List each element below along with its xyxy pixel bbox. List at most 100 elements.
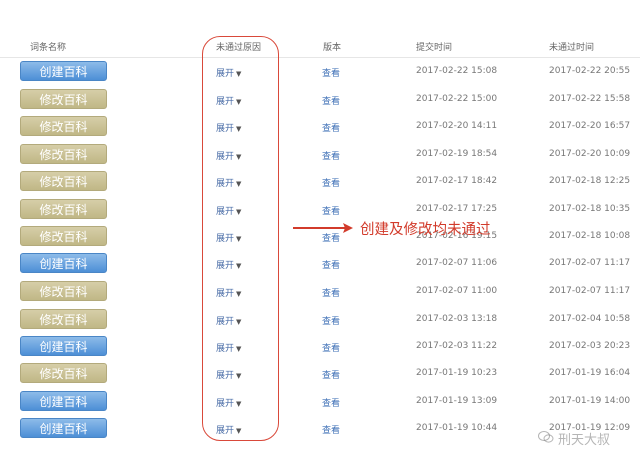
table-header: 词条名称 未通过原因 版本 提交时间 未通过时间	[0, 34, 640, 58]
fail-time: 2017-02-07 11:17	[549, 286, 631, 296]
fail-time: 2017-02-07 11:17	[549, 258, 631, 268]
fail-time: 2017-02-22 20:55	[549, 66, 631, 76]
table-row: 创建百科 展开 ▼ 查看 2017-01-19 13:09 2017-01-19 …	[0, 388, 640, 415]
header-version: 版本	[323, 43, 342, 53]
fail-time: 2017-02-18 10:08	[549, 231, 631, 241]
submit-time: 2017-02-17 18:42	[416, 176, 498, 186]
expand-reason-link[interactable]: 展开 ▼	[216, 258, 241, 271]
submit-time: 2017-02-17 17:25	[416, 204, 498, 214]
expand-label: 展开	[216, 344, 235, 354]
expand-label: 展开	[216, 399, 235, 409]
view-version-link[interactable]: 查看	[322, 176, 340, 189]
fail-time: 2017-02-20 16:57	[549, 121, 631, 131]
view-version-link[interactable]: 查看	[322, 286, 340, 299]
table-row: 创建百科 展开 ▼ 查看 2017-02-22 15:08 2017-02-22 …	[0, 58, 640, 85]
entry-action-button[interactable]: 创建百科	[20, 391, 107, 411]
table-row: 修改百科 展开 ▼ 查看 2017-01-19 10:23 2017-01-19 …	[0, 360, 640, 387]
submit-time: 2017-01-19 13:09	[416, 396, 498, 406]
expand-reason-link[interactable]: 展开 ▼	[216, 176, 241, 189]
view-version-link[interactable]: 查看	[322, 66, 340, 79]
expand-reason-link[interactable]: 展开 ▼	[216, 121, 241, 134]
view-version-link[interactable]: 查看	[322, 149, 340, 162]
view-version-link[interactable]: 查看	[322, 314, 340, 327]
fail-time: 2017-02-18 10:35	[549, 204, 631, 214]
expand-reason-link[interactable]: 展开 ▼	[216, 286, 241, 299]
entry-action-button[interactable]: 修改百科	[20, 199, 107, 219]
caret-down-icon: ▼	[236, 345, 242, 353]
expand-reason-link[interactable]: 展开 ▼	[216, 66, 241, 79]
submit-time: 2017-02-03 13:18	[416, 314, 498, 324]
submit-time: 2017-02-19 18:54	[416, 149, 498, 159]
entry-action-button[interactable]: 修改百科	[20, 144, 107, 164]
view-version-link[interactable]: 查看	[322, 94, 340, 107]
expand-reason-link[interactable]: 展开 ▼	[216, 94, 241, 107]
expand-reason-link[interactable]: 展开 ▼	[216, 396, 241, 409]
expand-label: 展开	[216, 371, 235, 381]
entry-action-button[interactable]: 修改百科	[20, 309, 107, 329]
table-row: 修改百科 展开 ▼ 查看 2017-02-20 14:11 2017-02-20 …	[0, 113, 640, 140]
expand-label: 展开	[216, 317, 235, 327]
expand-reason-link[interactable]: 展开 ▼	[216, 423, 241, 436]
entry-action-button[interactable]: 修改百科	[20, 89, 107, 109]
caret-down-icon: ▼	[236, 70, 242, 78]
expand-label: 展开	[216, 261, 235, 271]
caret-down-icon: ▼	[236, 262, 242, 270]
expand-label: 展开	[216, 207, 235, 217]
view-version-link[interactable]: 查看	[322, 204, 340, 217]
expand-reason-link[interactable]: 展开 ▼	[216, 314, 241, 327]
caret-down-icon: ▼	[236, 372, 242, 380]
header-entry-name: 词条名称	[30, 43, 67, 53]
caret-down-icon: ▼	[236, 180, 242, 188]
fail-time: 2017-02-20 10:09	[549, 149, 631, 159]
entry-action-button[interactable]: 创建百科	[20, 253, 107, 273]
expand-reason-link[interactable]: 展开 ▼	[216, 204, 241, 217]
expand-label: 展开	[216, 97, 235, 107]
expand-reason-link[interactable]: 展开 ▼	[216, 231, 241, 244]
expand-reason-link[interactable]: 展开 ▼	[216, 149, 241, 162]
entry-action-button[interactable]: 修改百科	[20, 171, 107, 191]
table-row: 修改百科 展开 ▼ 查看 2017-02-17 17:25 2017-02-18 …	[0, 196, 640, 223]
submit-time: 2017-02-03 11:22	[416, 341, 498, 351]
expand-reason-link[interactable]: 展开 ▼	[216, 341, 241, 354]
expand-reason-link[interactable]: 展开 ▼	[216, 368, 241, 381]
entry-action-button[interactable]: 修改百科	[20, 226, 107, 246]
table-row: 修改百科 展开 ▼ 查看 2017-02-22 15:00 2017-02-22 …	[0, 86, 640, 113]
caret-down-icon: ▼	[236, 208, 242, 216]
table-row: 修改百科 展开 ▼ 查看 2017-02-03 13:18 2017-02-04 …	[0, 306, 640, 333]
entry-action-button[interactable]: 修改百科	[20, 281, 107, 301]
expand-label: 展开	[216, 234, 235, 244]
fail-time: 2017-02-18 12:25	[549, 176, 631, 186]
fail-time: 2017-01-19 14:00	[549, 396, 631, 406]
view-version-link[interactable]: 查看	[322, 368, 340, 381]
view-version-link[interactable]: 查看	[322, 258, 340, 271]
expand-label: 展开	[216, 426, 235, 436]
watermark-text: 刑天大叔	[558, 433, 611, 448]
entry-action-button[interactable]: 创建百科	[20, 61, 107, 81]
view-version-link[interactable]: 查看	[322, 121, 340, 134]
submit-time: 2017-02-22 15:08	[416, 66, 498, 76]
wechat-icon	[538, 431, 554, 443]
entry-action-button[interactable]: 修改百科	[20, 363, 107, 383]
table-row: 修改百科 展开 ▼ 查看 2017-02-07 11:00 2017-02-07 …	[0, 278, 640, 305]
caret-down-icon: ▼	[236, 400, 242, 408]
entry-action-button[interactable]: 修改百科	[20, 116, 107, 136]
table-row: 创建百科 展开 ▼ 查看 2017-02-03 11:22 2017-02-03 …	[0, 333, 640, 360]
fail-time: 2017-01-19 16:04	[549, 368, 631, 378]
header-reason: 未通过原因	[216, 43, 262, 53]
caret-down-icon: ▼	[236, 427, 242, 435]
header-fail-time: 未通过时间	[549, 43, 595, 53]
watermark: 刑天大叔	[538, 428, 638, 448]
view-version-link[interactable]: 查看	[322, 341, 340, 354]
caret-down-icon: ▼	[236, 98, 242, 106]
submit-time: 2017-01-19 10:23	[416, 368, 498, 378]
arrow-right-icon	[293, 223, 353, 233]
submit-time: 2017-02-07 11:00	[416, 286, 498, 296]
caret-down-icon: ▼	[236, 318, 242, 326]
view-version-link[interactable]: 查看	[322, 423, 340, 436]
entry-action-button[interactable]: 创建百科	[20, 418, 107, 438]
fail-time: 2017-02-22 15:58	[549, 94, 631, 104]
entry-action-button[interactable]: 创建百科	[20, 336, 107, 356]
submit-time: 2017-02-22 15:00	[416, 94, 498, 104]
view-version-link[interactable]: 查看	[322, 396, 340, 409]
annotation-text: 创建及修改均未通过	[360, 222, 491, 238]
